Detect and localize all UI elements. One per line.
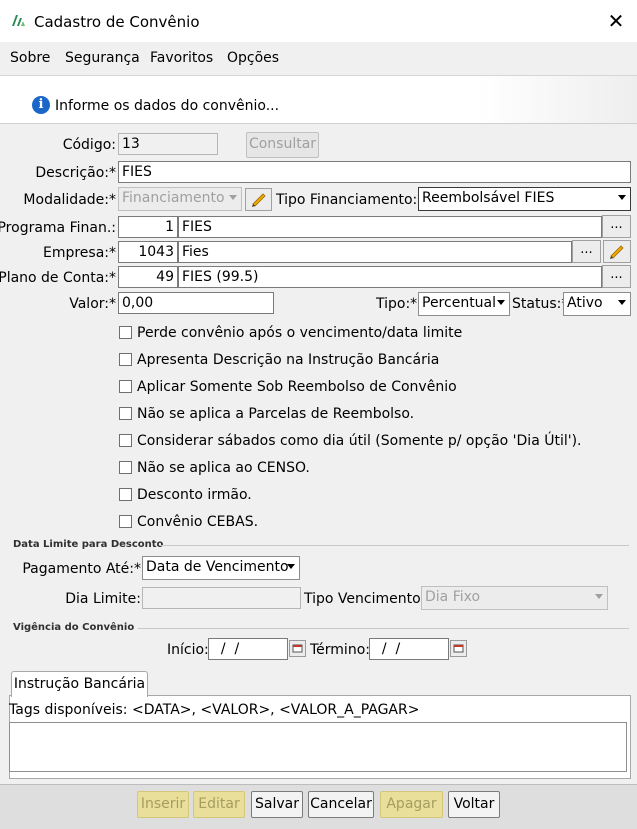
plano-conta-code-input[interactable]: 49 xyxy=(118,266,178,288)
inicio-date-input[interactable]: / / xyxy=(208,638,288,660)
section-divider xyxy=(160,545,629,546)
checkbox-label: Considerar sábados como dia útil (Soment… xyxy=(137,433,582,449)
checkbox-sabados-dia-util[interactable] xyxy=(119,434,132,447)
plano-conta-label: Plano de Conta:* xyxy=(0,270,116,286)
checkbox-nao-aplica-parcelas[interactable] xyxy=(119,407,132,420)
info-message: Informe os dados do convênio... xyxy=(55,98,280,114)
status-select[interactable]: Ativo xyxy=(563,292,631,316)
editar-button: Editar xyxy=(193,791,245,818)
close-icon[interactable]: ✕ xyxy=(606,9,626,33)
checkbox-aplicar-reembolso[interactable] xyxy=(119,380,132,393)
status-label: Status:* xyxy=(512,296,569,312)
checkbox-label: Não se aplica a Parcelas de Reembolso. xyxy=(137,406,415,422)
plano-conta-name-input[interactable]: FIES (99.5) xyxy=(178,266,602,288)
section-title-data-limite: Data Limite para Desconto xyxy=(13,539,164,550)
tab-instrucao-bancaria[interactable]: Instrução Bancária xyxy=(11,671,148,697)
empresa-label: Empresa:* xyxy=(42,245,116,261)
checkbox-label: Perde convênio após o vencimento/data li… xyxy=(137,325,463,341)
checkbox-desconto-irmao[interactable] xyxy=(119,488,132,501)
empresa-lookup-button[interactable]: ... xyxy=(572,240,601,263)
chevron-down-icon xyxy=(618,300,626,305)
calendar-icon xyxy=(292,644,303,653)
plano-conta-lookup-button[interactable]: ... xyxy=(602,265,631,288)
termino-label: Término: xyxy=(310,642,370,658)
pencil-icon xyxy=(610,245,624,259)
tipo-financiamento-select[interactable]: Reembolsável FIES xyxy=(418,187,631,211)
menu-opcoes[interactable]: Opções xyxy=(227,50,279,66)
termino-calendar-button[interactable] xyxy=(450,640,467,657)
apagar-button: Apagar xyxy=(380,791,443,818)
pencil-icon xyxy=(252,193,266,207)
dia-limite-input xyxy=(142,587,301,609)
checkbox-apresenta-descricao[interactable] xyxy=(119,353,132,366)
inicio-label: Início: xyxy=(167,642,209,658)
chevron-down-icon xyxy=(497,300,505,305)
menu-seguranca[interactable]: Segurança xyxy=(65,50,140,66)
checkbox-label: Desconto irmão. xyxy=(137,487,252,503)
empresa-code-input[interactable]: 1043 xyxy=(118,241,178,263)
section-title-vigencia: Vigência do Convênio xyxy=(13,622,135,633)
instrucao-textarea[interactable] xyxy=(9,722,627,772)
calendar-icon xyxy=(453,644,464,653)
descricao-input[interactable]: FIES xyxy=(118,161,631,183)
modalidade-label: Modalidade:* xyxy=(23,192,116,208)
checkbox-perde-convenio[interactable] xyxy=(119,326,132,339)
tipo-label: Tipo:* xyxy=(376,296,418,312)
pagamento-ate-select[interactable]: Data de Vencimento xyxy=(142,556,300,580)
menu-sobre[interactable]: Sobre xyxy=(10,50,50,66)
chevron-down-icon xyxy=(595,594,603,599)
valor-input[interactable]: 0,00 xyxy=(118,292,274,314)
checkbox-label: Apresenta Descrição na Instrução Bancári… xyxy=(137,352,440,368)
info-icon: i xyxy=(32,96,50,114)
edit-modalidade-button[interactable] xyxy=(245,188,272,211)
modalidade-select: Financiamento xyxy=(118,187,242,211)
empresa-name-input[interactable]: Fies xyxy=(178,241,572,263)
chevron-down-icon xyxy=(618,195,626,200)
descricao-label: Descrição:* xyxy=(35,165,116,181)
app-logo-icon xyxy=(12,15,25,26)
pagamento-ate-label: Pagamento Até:* xyxy=(22,561,141,577)
checkbox-label: Não se aplica ao CENSO. xyxy=(137,460,310,476)
menu-favoritos[interactable]: Favoritos xyxy=(150,50,213,66)
consultar-button: Consultar xyxy=(246,132,319,158)
voltar-button[interactable]: Voltar xyxy=(448,791,500,818)
checkbox-label: Aplicar Somente Sob Reembolso de Convêni… xyxy=(137,379,457,395)
tags-hint: Tags disponíveis: <DATA>, <VALOR>, <VALO… xyxy=(9,702,420,718)
programa-name-input[interactable]: FIES xyxy=(178,216,602,238)
codigo-label: Código: xyxy=(62,137,116,153)
tipo-select[interactable]: Percentual xyxy=(418,292,510,316)
valor-label: Valor:* xyxy=(69,296,116,312)
tipo-vencimento-label: Tipo Vencimento: xyxy=(304,591,426,607)
checkbox-convenio-cebas[interactable] xyxy=(119,515,132,528)
dia-limite-label: Dia Limite: xyxy=(65,591,141,607)
checkbox-label: Convênio CEBAS. xyxy=(137,514,259,530)
tipo-financiamento-label: Tipo Financiamento:* xyxy=(276,192,425,208)
cancelar-button[interactable]: Cancelar xyxy=(308,791,374,818)
termino-date-input[interactable]: / / xyxy=(369,638,449,660)
edit-empresa-button[interactable] xyxy=(603,240,631,263)
programa-lookup-button[interactable]: ... xyxy=(602,215,631,238)
codigo-field: 13 xyxy=(118,133,218,155)
salvar-button[interactable]: Salvar xyxy=(251,791,303,818)
checkbox-nao-aplica-censo[interactable] xyxy=(119,461,132,474)
inicio-calendar-button[interactable] xyxy=(289,640,306,657)
tipo-vencimento-select: Dia Fixo xyxy=(421,586,608,610)
programa-label: Programa Finan.: xyxy=(0,220,116,236)
section-divider xyxy=(138,628,629,629)
programa-code-input[interactable]: 1 xyxy=(118,216,178,238)
window-title: Cadastro de Convênio xyxy=(34,13,200,31)
inserir-button: Inserir xyxy=(137,791,189,818)
chevron-down-icon xyxy=(229,195,237,200)
chevron-down-icon xyxy=(287,564,295,569)
